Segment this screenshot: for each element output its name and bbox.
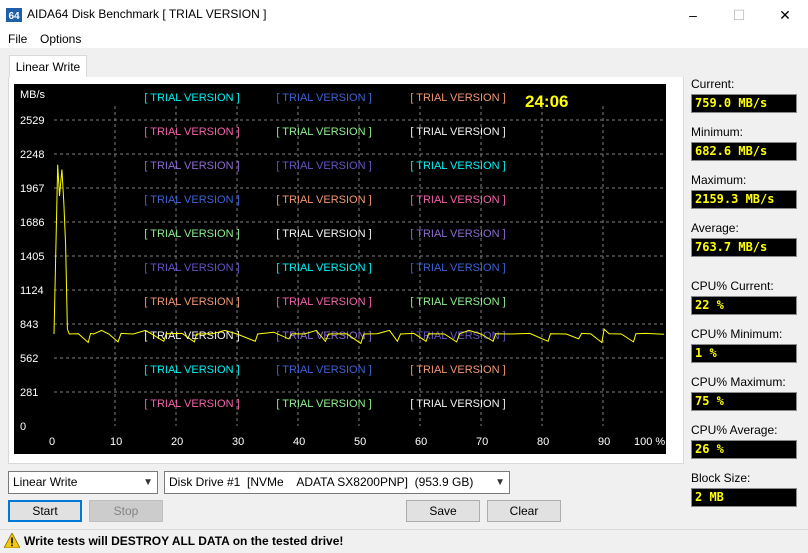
status-warning: Write tests will DESTROY ALL DATA on the…: [24, 534, 344, 548]
watermark-text: [ TRIAL VERSION ]: [144, 262, 239, 274]
x-tick-label: 0: [49, 436, 55, 448]
watermark-text: [ TRIAL VERSION ]: [276, 126, 371, 138]
watermark-text: [ TRIAL VERSION ]: [276, 398, 371, 410]
watermark-text: [ TRIAL VERSION ]: [410, 228, 505, 240]
block-size-value: 2 MB: [691, 488, 797, 507]
menu-options[interactable]: Options: [40, 32, 81, 46]
x-tick-label: 20: [171, 436, 183, 448]
watermark-text: [ TRIAL VERSION ]: [410, 160, 505, 172]
chart-svg: MB/s 2529 2248 1967 1686 1405 1124 843 562 281 0 0 1…: [20, 89, 665, 448]
minimum-value: 682.6 MB/s: [691, 142, 797, 161]
watermark-text: [ TRIAL VERSION ]: [276, 262, 371, 274]
cpu-current-label: CPU% Current:: [691, 279, 774, 293]
y-tick-label: 1967: [20, 183, 44, 195]
cpu-average-value: 26 %: [691, 440, 797, 459]
stop-button[interactable]: Stop: [89, 500, 163, 522]
svg-text:64: 64: [8, 11, 20, 22]
x-tick-label: 60: [415, 436, 427, 448]
elapsed-timer: 24:06: [525, 92, 569, 111]
watermark-text: [ TRIAL VERSION ]: [276, 296, 371, 308]
window-title: AIDA64 Disk Benchmark [ TRIAL VERSION ]: [27, 7, 267, 21]
drive-select[interactable]: Disk Drive #1 [NVMe ADATA SX8200PNP] (95…: [164, 471, 510, 494]
watermark-text: [ TRIAL VERSION ]: [276, 92, 371, 104]
clear-button[interactable]: Clear: [487, 500, 561, 522]
test-type-value: Linear Write: [13, 475, 78, 489]
block-size-label: Block Size:: [691, 471, 751, 485]
close-button[interactable]: ✕: [762, 0, 808, 30]
watermark-text: [ TRIAL VERSION ]: [410, 262, 505, 274]
current-value: 759.0 MB/s: [691, 94, 797, 113]
y-axis-label: MB/s: [20, 89, 46, 101]
cpu-maximum-value: 75 %: [691, 392, 797, 411]
chevron-down-icon: ▼: [143, 477, 153, 488]
tab-linear-write[interactable]: Linear Write: [9, 55, 87, 78]
x-tick-label: 100 %: [634, 436, 665, 448]
x-tick-label: 90: [598, 436, 610, 448]
cpu-maximum-label: CPU% Maximum:: [691, 375, 786, 389]
drive-value: Disk Drive #1 [NVMe ADATA SX8200PNP] (95…: [169, 475, 474, 489]
watermark-text: [ TRIAL VERSION ]: [144, 194, 239, 206]
average-value: 763.7 MB/s: [691, 238, 797, 257]
y-tick-label: 0: [20, 421, 26, 433]
x-tick-label: 10: [110, 436, 122, 448]
maximize-button[interactable]: ☐: [716, 0, 762, 30]
watermark-text: [ TRIAL VERSION ]: [144, 160, 239, 172]
x-tick-label: 70: [476, 436, 488, 448]
cpu-minimum-label: CPU% Minimum:: [691, 327, 783, 341]
y-tick-label: 1405: [20, 251, 44, 263]
test-type-select[interactable]: Linear Write ▼: [8, 471, 158, 494]
y-tick-label: 843: [20, 319, 38, 331]
average-label: Average:: [691, 221, 739, 235]
cpu-minimum-value: 1 %: [691, 344, 797, 363]
y-tick-label: 1124: [20, 285, 44, 297]
watermark-text: [ TRIAL VERSION ]: [410, 126, 505, 138]
y-tick-label: 281: [20, 387, 38, 399]
minimize-button[interactable]: –: [670, 0, 716, 30]
x-tick-label: 80: [537, 436, 549, 448]
watermark-text: [ TRIAL VERSION ]: [410, 364, 505, 376]
watermark-text: [ TRIAL VERSION ]: [410, 194, 505, 206]
x-tick-label: 40: [293, 436, 305, 448]
cpu-current-value: 22 %: [691, 296, 797, 315]
watermark-text: [ TRIAL VERSION ]: [144, 364, 239, 376]
aida64-logo-icon: 64: [6, 8, 22, 22]
watermark-text: [ TRIAL VERSION ]: [410, 92, 505, 104]
y-tick-label: 562: [20, 353, 38, 365]
menu-file[interactable]: File: [8, 32, 27, 46]
watermark-text: [ TRIAL VERSION ]: [144, 296, 239, 308]
cpu-average-label: CPU% Average:: [691, 423, 778, 437]
title-bar: 64 AIDA64 Disk Benchmark [ TRIAL VERSION…: [0, 0, 808, 30]
x-tick-label: 50: [354, 436, 366, 448]
watermark-text: [ TRIAL VERSION ]: [144, 398, 239, 410]
watermark-text: [ TRIAL VERSION ]: [410, 296, 505, 308]
warning-icon: [4, 533, 20, 548]
start-button[interactable]: Start: [8, 500, 82, 522]
menu-bar: File Options: [0, 30, 808, 48]
y-tick-label: 1686: [20, 217, 44, 229]
watermark-text: [ TRIAL VERSION ]: [144, 126, 239, 138]
chevron-down-icon: ▼: [495, 477, 505, 488]
watermark-text: [ TRIAL VERSION ]: [410, 398, 505, 410]
tab-label: Linear Write: [15, 60, 81, 74]
y-tick-label: 2248: [20, 149, 44, 161]
watermark-text: [ TRIAL VERSION ]: [144, 228, 239, 240]
x-tick-label: 30: [232, 436, 244, 448]
save-button[interactable]: Save: [406, 500, 480, 522]
minimum-label: Minimum:: [691, 125, 744, 139]
maximum-label: Maximum:: [691, 173, 747, 187]
y-tick-label: 2529: [20, 115, 44, 127]
watermark-text: [ TRIAL VERSION ]: [276, 364, 371, 376]
current-label: Current:: [691, 77, 735, 91]
benchmark-chart: MB/s 2529 2248 1967 1686 1405 1124 843 562 281 0 0 1…: [14, 84, 666, 454]
watermark-text: [ TRIAL VERSION ]: [276, 228, 371, 240]
watermark-text: [ TRIAL VERSION ]: [144, 92, 239, 104]
maximum-value: 2159.3 MB/s: [691, 190, 797, 209]
watermark-text: [ TRIAL VERSION ]: [276, 160, 371, 172]
watermark-text: [ TRIAL VERSION ]: [276, 194, 371, 206]
